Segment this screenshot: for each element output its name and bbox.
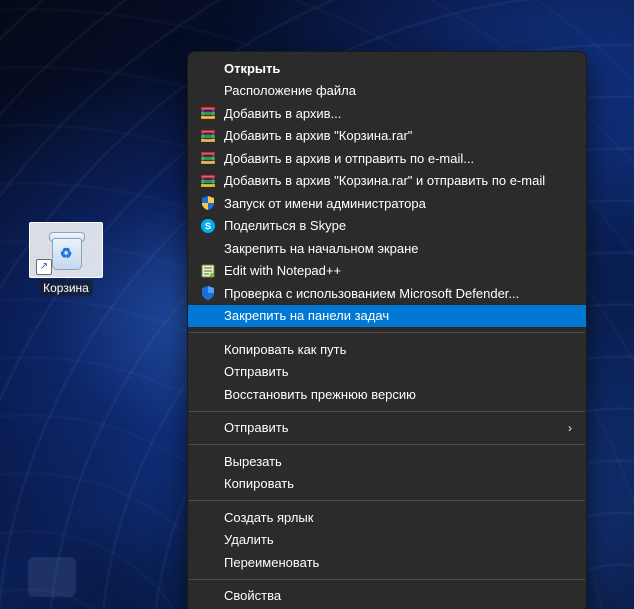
menu-item-label: Добавить в архив "Корзина.rar" и отправи… bbox=[224, 173, 572, 188]
menu-item-archive-rar-email[interactable]: Добавить в архив "Корзина.rar" и отправи… bbox=[188, 170, 586, 193]
menu-item-label: Edit with Notepad++ bbox=[224, 263, 572, 278]
menu-item-open[interactable]: Открыть bbox=[188, 57, 586, 80]
submenu-arrow-icon: › bbox=[560, 421, 572, 435]
menu-item-label: Восстановить прежнюю версию bbox=[224, 387, 572, 402]
winrar-icon bbox=[200, 173, 216, 189]
menu-item-rename[interactable]: Переименовать bbox=[188, 551, 586, 574]
shortcut-overlay-icon: ↗ bbox=[36, 259, 52, 275]
menu-item-defender-scan[interactable]: Проверка с использованием Microsoft Defe… bbox=[188, 282, 586, 305]
recycle-bin-icon: ♻ ↗ bbox=[29, 222, 103, 278]
context-menu: Открыть Расположение файла Добавить в арх… bbox=[187, 51, 587, 609]
menu-item-run-as-admin[interactable]: Запуск от имени администратора bbox=[188, 192, 586, 215]
winrar-icon bbox=[198, 105, 218, 121]
menu-separator bbox=[189, 411, 585, 412]
defender-shield-icon bbox=[200, 285, 216, 301]
shield-yb-icon bbox=[198, 195, 218, 211]
blank-icon bbox=[198, 60, 218, 76]
winrar-icon bbox=[198, 173, 218, 189]
skype-icon bbox=[200, 218, 216, 234]
npp-icon bbox=[198, 263, 218, 279]
menu-item-label: Запуск от имени администратора bbox=[224, 196, 572, 211]
winrar-icon bbox=[200, 105, 216, 121]
menu-item-delete[interactable]: Удалить bbox=[188, 529, 586, 552]
blank-icon bbox=[198, 532, 218, 548]
menu-item-label: Переименовать bbox=[224, 555, 572, 570]
menu-item-label: Вырезать bbox=[224, 454, 572, 469]
menu-item-add-archive-rar[interactable]: Добавить в архив "Корзина.rar" bbox=[188, 125, 586, 148]
menu-item-label: Создать ярлык bbox=[224, 510, 572, 525]
winrar-icon bbox=[200, 128, 216, 144]
blank-icon bbox=[198, 588, 218, 604]
menu-item-pin-start[interactable]: Закрепить на начальном экране bbox=[188, 237, 586, 260]
corner-watermark bbox=[28, 557, 76, 597]
menu-separator bbox=[189, 444, 585, 445]
menu-item-properties[interactable]: Свойства bbox=[188, 585, 586, 608]
blank-icon bbox=[198, 509, 218, 525]
menu-item-label: Расположение файла bbox=[224, 83, 572, 98]
menu-item-edit-npp[interactable]: Edit with Notepad++ bbox=[188, 260, 586, 283]
blank-icon bbox=[198, 420, 218, 436]
menu-item-restore-version[interactable]: Восстановить прежнюю версию bbox=[188, 383, 586, 406]
menu-item-label: Отправить bbox=[224, 420, 560, 435]
menu-item-label: Добавить в архив... bbox=[224, 106, 572, 121]
defender-icon bbox=[198, 285, 218, 301]
blank-icon bbox=[198, 341, 218, 357]
menu-item-send1[interactable]: Отправить bbox=[188, 361, 586, 384]
menu-item-label: Удалить bbox=[224, 532, 572, 547]
menu-item-label: Копировать bbox=[224, 476, 572, 491]
menu-separator bbox=[189, 332, 585, 333]
menu-item-label: Свойства bbox=[224, 588, 572, 603]
blank-icon bbox=[198, 386, 218, 402]
menu-item-cut[interactable]: Вырезать bbox=[188, 450, 586, 473]
desktop-icon-recycle-bin[interactable]: ♻ ↗ Корзина bbox=[29, 222, 103, 296]
blank-icon bbox=[198, 453, 218, 469]
admin-shield-icon bbox=[200, 195, 216, 211]
blank-icon bbox=[198, 476, 218, 492]
winrar-icon bbox=[200, 150, 216, 166]
menu-item-label: Добавить в архив "Корзина.rar" bbox=[224, 128, 572, 143]
menu-separator bbox=[189, 579, 585, 580]
menu-item-copy-as-path[interactable]: Копировать как путь bbox=[188, 338, 586, 361]
winrar-icon bbox=[198, 128, 218, 144]
menu-item-label: Копировать как путь bbox=[224, 342, 572, 357]
menu-item-label: Поделиться в Skype bbox=[224, 218, 572, 233]
blank-icon bbox=[198, 83, 218, 99]
menu-item-archive-email[interactable]: Добавить в архив и отправить по e-mail..… bbox=[188, 147, 586, 170]
blank-icon bbox=[198, 308, 218, 324]
menu-item-file-location[interactable]: Расположение файла bbox=[188, 80, 586, 103]
menu-item-share-skype[interactable]: Поделиться в Skype bbox=[188, 215, 586, 238]
menu-item-pin-taskbar[interactable]: Закрепить на панели задач bbox=[188, 305, 586, 328]
menu-item-add-archive[interactable]: Добавить в архив... bbox=[188, 102, 586, 125]
menu-item-copy[interactable]: Копировать bbox=[188, 473, 586, 496]
menu-item-send-to[interactable]: Отправить› bbox=[188, 417, 586, 440]
menu-item-label: Отправить bbox=[224, 364, 572, 379]
menu-item-label: Закрепить на начальном экране bbox=[224, 241, 572, 256]
menu-item-label: Проверка с использованием Microsoft Defe… bbox=[224, 286, 572, 301]
menu-item-label: Добавить в архив и отправить по e-mail..… bbox=[224, 151, 572, 166]
desktop-icon-label: Корзина bbox=[39, 280, 93, 296]
menu-separator bbox=[189, 500, 585, 501]
blank-icon bbox=[198, 554, 218, 570]
menu-item-create-shortcut[interactable]: Создать ярлык bbox=[188, 506, 586, 529]
menu-item-label: Открыть bbox=[224, 61, 572, 76]
menu-item-label: Закрепить на панели задач bbox=[224, 308, 572, 323]
skype-icon bbox=[198, 218, 218, 234]
winrar-icon bbox=[198, 150, 218, 166]
blank-icon bbox=[198, 240, 218, 256]
blank-icon bbox=[198, 364, 218, 380]
notepadpp-icon bbox=[200, 263, 216, 279]
